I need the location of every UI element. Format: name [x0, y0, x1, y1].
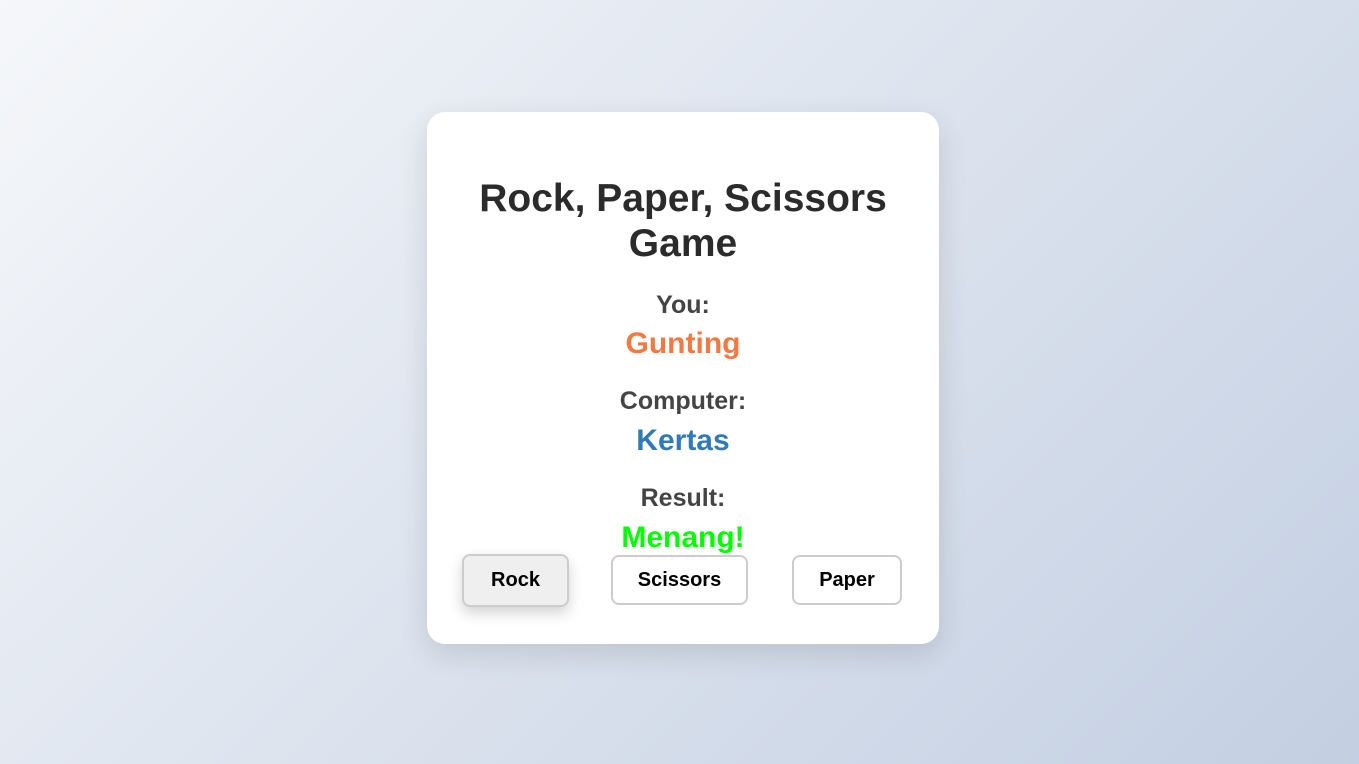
result-label: Result:	[640, 484, 726, 512]
result-value: Menang!	[621, 521, 745, 554]
paper-button[interactable]: Paper	[792, 555, 902, 605]
rock-button[interactable]: Rock	[462, 554, 569, 607]
game-title: Rock, Paper, Scissors Game	[479, 177, 887, 265]
computer-label: Computer:	[619, 387, 747, 415]
player-label: You:	[656, 291, 710, 319]
scissors-button[interactable]: Scissors	[611, 555, 748, 605]
player-choice: Gunting	[625, 327, 741, 360]
computer-choice: Kertas	[636, 424, 730, 457]
game-card: Rock, Paper, Scissors Game You: Gunting …	[427, 112, 939, 644]
